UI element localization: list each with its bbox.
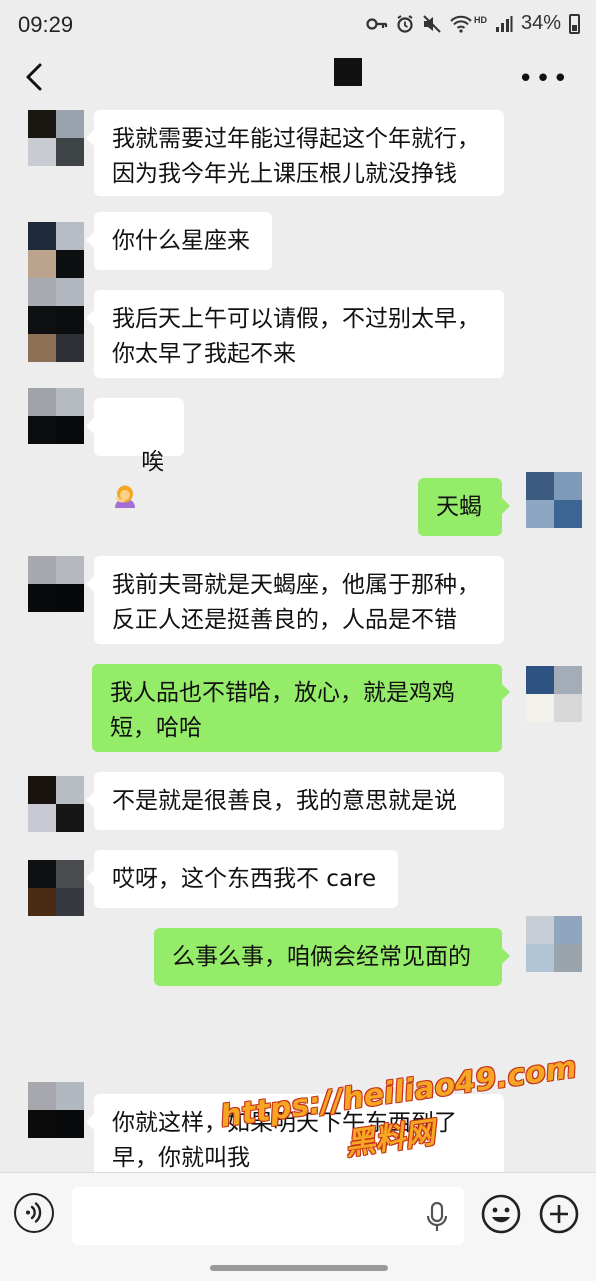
message-bubble-incoming[interactable]: 你什么星座来 <box>86 212 272 270</box>
key-icon <box>366 17 388 30</box>
microphone-icon[interactable] <box>422 1201 452 1233</box>
my-avatar[interactable] <box>526 666 582 722</box>
message-bubble-outgoing[interactable]: 我人品也不错哈，放心，就是鸡鸡 短，哈哈 <box>92 664 510 752</box>
message-bubble-incoming[interactable]: 你就这样，如果明天下午东西到了 早，你就叫我 <box>86 1094 504 1172</box>
message-list[interactable]: 我就需要过年能过得起这个年就行， 因为我今年光上课压根儿就没挣钱 你什么星座来 … <box>0 104 596 1172</box>
status-icons: HD 34% <box>366 12 580 35</box>
status-time: 09:29 <box>18 12 74 37</box>
more-options-icon[interactable]: ••• <box>518 64 570 94</box>
home-indicator[interactable] <box>210 1265 388 1271</box>
facepalm-woman-emoji-icon <box>115 485 135 508</box>
plus-more-icon[interactable] <box>538 1193 580 1235</box>
avatar[interactable] <box>28 110 84 166</box>
battery-percent: 34% <box>520 12 561 34</box>
avatar[interactable] <box>28 222 84 278</box>
my-avatar[interactable] <box>526 916 582 972</box>
my-avatar[interactable] <box>526 472 582 528</box>
back-arrow-icon[interactable] <box>22 62 50 92</box>
message-bubble-outgoing[interactable]: 么事么事，咱俩会经常见面的 <box>154 928 510 986</box>
message-bubble-incoming[interactable]: 我就需要过年能过得起这个年就行， 因为我今年光上课压根儿就没挣钱 <box>86 110 504 196</box>
voice-mode-button[interactable] <box>14 1193 54 1233</box>
network-type-label: HD <box>473 14 487 25</box>
status-bar: 09:29 HD 34% <box>0 0 596 52</box>
signal-icon <box>495 15 513 32</box>
message-text-input[interactable] <box>72 1187 464 1245</box>
mute-icon <box>423 14 441 33</box>
avatar[interactable] <box>28 1082 84 1138</box>
emoji-smiley-icon[interactable] <box>480 1193 522 1235</box>
avatar[interactable] <box>28 556 84 612</box>
avatar[interactable] <box>28 388 84 444</box>
message-bubble-incoming[interactable]: 唉 <box>86 398 184 508</box>
battery-icon <box>569 13 580 34</box>
message-bubble-incoming[interactable]: 不是就是很善良，我的意思就是说 <box>86 772 504 830</box>
contact-name-redacted <box>334 58 362 86</box>
avatar[interactable] <box>28 860 84 916</box>
voice-wave-icon <box>26 1202 42 1223</box>
message-bubble-outgoing[interactable]: 天蝎 <box>418 478 510 536</box>
alarm-icon <box>397 14 413 33</box>
message-text: 唉 <box>141 449 165 475</box>
wifi-icon <box>450 15 472 33</box>
message-bubble-incoming[interactable]: 我前夫哥就是天蝎座，他属于那种， 反正人还是挺善良的，人品是不错 <box>86 556 504 644</box>
message-bubble-incoming[interactable]: 我后天上午可以请假，不过别太早， 你太早了我起不来 <box>86 290 504 378</box>
message-bubble-incoming[interactable]: 哎呀，这个东西我不 care <box>86 850 398 908</box>
avatar[interactable] <box>28 776 84 832</box>
avatar[interactable] <box>28 306 84 362</box>
chat-header: ••• <box>0 52 596 104</box>
